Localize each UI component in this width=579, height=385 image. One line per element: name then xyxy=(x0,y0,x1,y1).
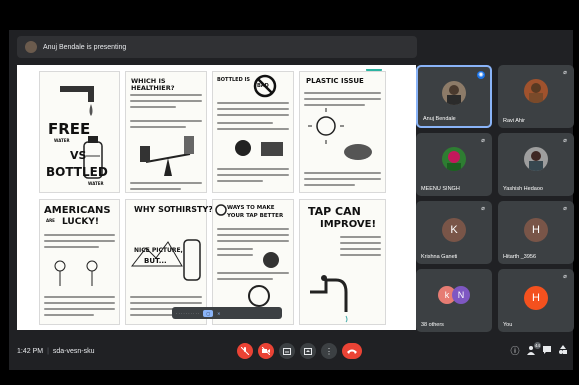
toast-link[interactable]: ✕ xyxy=(217,311,220,316)
participant-name: Hitarth _3956 xyxy=(503,254,537,260)
panel-sub-1: NICE PICTURE, xyxy=(134,247,183,254)
avatar: H xyxy=(524,218,548,242)
mic-muted-icon: ⌀ xyxy=(481,206,485,212)
comic-panel-5: AMERICANS ARE LUCKY! xyxy=(39,199,120,325)
participant-name: Ravi Ahir xyxy=(503,118,526,124)
scale-drawing xyxy=(140,136,194,176)
presenting-banner: Anuj Bendale is presenting xyxy=(17,36,417,58)
shared-screen[interactable]: FREE WATER VS BOTTLED WATER WHICH IS HEA… xyxy=(17,65,416,330)
comic-panel-1: FREE WATER VS BOTTLED WATER xyxy=(39,71,120,193)
panel-bottled: BOTTLED xyxy=(46,165,108,179)
participant-name: MEENU SINGH xyxy=(421,186,460,192)
panel-title-sub: WATER xyxy=(54,138,70,143)
speaking-icon: ◉ xyxy=(477,71,485,79)
panel-vs: VS xyxy=(70,149,87,162)
meeting-code: sda-vesn-sku xyxy=(52,348,95,355)
avatar xyxy=(442,81,466,105)
info-icon[interactable]: ⓘ xyxy=(509,345,521,357)
participant-tile[interactable]: ◉ Anuj Bendale xyxy=(416,65,492,128)
presenter-avatar xyxy=(25,41,37,53)
people-icon[interactable]: 44 xyxy=(525,342,541,357)
comic-panel-4: PLASTIC ISSUE xyxy=(299,71,386,193)
participant-tile[interactable]: ⌀ Yashish Hedaoo xyxy=(498,133,574,196)
more-icon[interactable]: ⋮ xyxy=(321,343,337,359)
panel-title-bad: BAD xyxy=(257,83,269,89)
mic-muted-icon: ⌀ xyxy=(563,274,567,280)
self-tile[interactable]: H ⌀ You xyxy=(498,269,574,332)
participant-tile[interactable]: H ⌀ Hitarth _3956 xyxy=(498,201,574,264)
mic-muted-icon: ⌀ xyxy=(563,138,567,144)
participant-tile[interactable]: K ⌀ Krishna Ganeti xyxy=(416,201,492,264)
meeting-info: 1:42 PM | sda-vesn-sku xyxy=(17,348,95,355)
panel-sub-2: BUT... xyxy=(144,257,167,265)
participant-tile[interactable]: ⌀ MEENU SINGH xyxy=(416,133,492,196)
screen-share-toast: · · · · · · · · · · ▢ ✕ xyxy=(172,307,282,319)
sun-drawing xyxy=(308,108,372,160)
participant-name: You xyxy=(503,322,513,328)
presenting-text: Anuj Bendale is presenting xyxy=(43,43,127,51)
captions-icon[interactable] xyxy=(279,343,295,359)
meet-window: Anuj Bendale is presenting FREE WATER VS… xyxy=(9,30,574,370)
control-bar: 1:42 PM | sda-vesn-sku ⋮ ⓘ 44 xyxy=(9,335,573,370)
mic-off-icon[interactable] xyxy=(237,343,253,359)
tap-drawing xyxy=(310,275,348,323)
panel-title: FREE xyxy=(48,120,91,138)
avatar xyxy=(524,79,548,103)
toast-button[interactable]: ▢ xyxy=(203,309,214,317)
avatar: N xyxy=(452,286,470,304)
participant-tile[interactable]: ⌀ Ravi Ahir xyxy=(498,65,574,128)
comic-panel-3: BOTTLED IS BAD xyxy=(212,71,294,193)
avatar: K xyxy=(442,218,466,242)
others-tile[interactable]: k N 38 others xyxy=(416,269,492,332)
people-count-badge: 44 xyxy=(534,342,541,349)
activities-icon[interactable] xyxy=(557,345,569,357)
participant-name: Yashish Hedaoo xyxy=(503,186,543,192)
avatar: H xyxy=(524,286,548,310)
avatar xyxy=(524,147,548,171)
comic-panel-2: WHICH IS HEALTHIER? xyxy=(125,71,207,193)
end-call-icon[interactable] xyxy=(342,343,362,359)
participant-name: Anuj Bendale xyxy=(423,116,456,122)
mic-muted-icon: ⌀ xyxy=(563,70,567,76)
camera-off-icon[interactable] xyxy=(258,343,274,359)
panel-water: WATER xyxy=(88,181,104,186)
avatar xyxy=(442,147,466,171)
participant-name: Krishna Ganeti xyxy=(421,254,458,260)
mic-muted-icon: ⌀ xyxy=(481,138,485,144)
mic-muted-icon: ⌀ xyxy=(563,206,567,212)
chat-icon[interactable] xyxy=(541,345,553,357)
others-count: 38 others xyxy=(421,322,444,328)
clock-time: 1:42 PM xyxy=(17,348,44,355)
comic-panel-8: TAP CAN IMPROVE! xyxy=(299,199,386,325)
present-icon[interactable] xyxy=(300,343,316,359)
